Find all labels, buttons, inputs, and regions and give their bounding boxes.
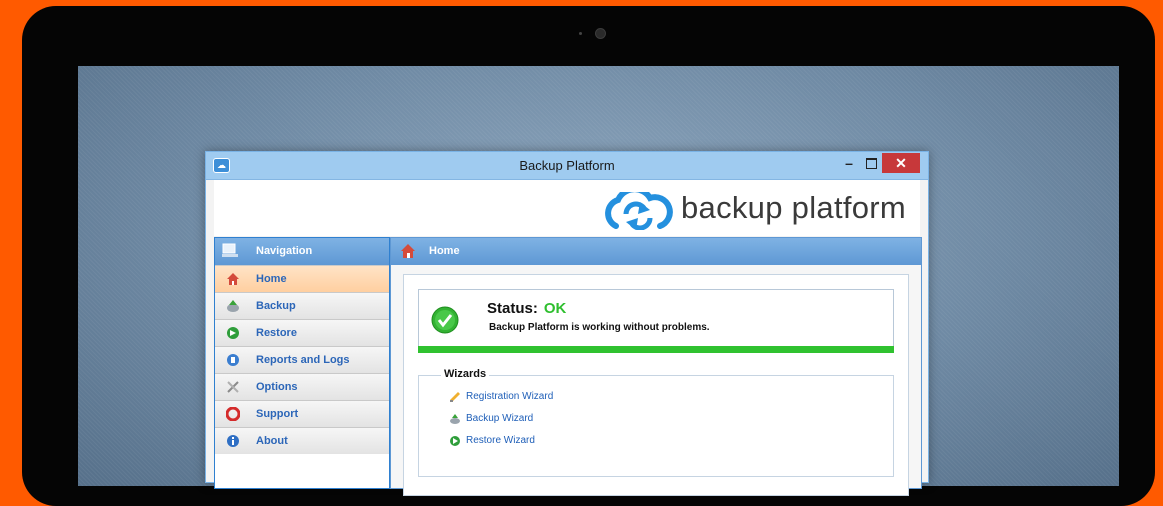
home-content: Status: OK Backup Platform is working wit…	[403, 274, 909, 496]
home-icon	[401, 244, 415, 258]
wizard-label: Restore Wizard	[466, 435, 535, 446]
sidebar-item-label: Reports and Logs	[256, 354, 350, 366]
status-label: Status:	[487, 300, 538, 317]
close-button[interactable]: ✕	[882, 153, 920, 173]
status-heading: Status: OK	[487, 300, 566, 317]
registration-wizard-icon	[450, 392, 460, 402]
reports-icon	[227, 354, 239, 366]
about-icon	[227, 435, 239, 447]
wizard-label: Backup Wizard	[466, 413, 534, 424]
brand-logo-text: backup platform	[681, 190, 907, 225]
minimize-button[interactable]: –	[838, 155, 860, 173]
sidebar-item-about[interactable]: About	[215, 427, 389, 454]
status-panel: Status: OK Backup Platform is working wit…	[418, 289, 894, 353]
sidebar-item-label: About	[256, 435, 288, 447]
navigation-header: Navigation	[215, 238, 389, 265]
status-value: OK	[543, 300, 567, 317]
sidebar-item-options[interactable]: Options	[215, 373, 389, 400]
status-ok-check-icon	[431, 306, 459, 334]
sidebar-item-support[interactable]: Support	[215, 400, 389, 427]
sidebar-item-label: Options	[256, 381, 298, 393]
sidebar-item-label: Backup	[256, 300, 296, 312]
brand-banner: backup platform	[214, 180, 920, 236]
sidebar-item-label: Support	[256, 408, 299, 420]
app-window: ☁ Backup Platform – ✕ backup platform Na…	[205, 151, 929, 496]
navigation-title: Navigation	[256, 245, 313, 257]
sidebar-item-backup[interactable]: Backup	[215, 292, 389, 319]
title-bar[interactable]: ☁ Backup Platform – ✕	[206, 152, 928, 180]
sidebar-item-reports-and-logs[interactable]: Reports and Logs	[215, 346, 389, 373]
webcam	[595, 28, 606, 39]
restore-icon	[227, 327, 239, 339]
backup-wizard-icon	[450, 414, 460, 424]
wizards-group: Wizards Registration Wizard Backup Wizar…	[418, 368, 894, 477]
sensor-dot	[579, 32, 582, 35]
sidebar-item-label: Home	[256, 273, 287, 285]
backup-icon	[227, 300, 239, 312]
status-ok-bar	[418, 346, 894, 353]
options-icon	[227, 381, 239, 393]
wizard-label: Registration Wizard	[466, 391, 554, 402]
main-panel: Home Status: OK Backup Platform is workin…	[390, 237, 922, 496]
maximize-button[interactable]	[860, 155, 882, 173]
cloud-sync-logo-icon	[605, 192, 673, 230]
home-icon	[227, 273, 239, 285]
sidebar-item-home[interactable]: Home	[215, 265, 389, 292]
window-title: Backup Platform	[519, 158, 615, 173]
restore-wizard-icon	[450, 436, 460, 446]
navigation-sidebar: Navigation Home Backup Restore Reports a…	[214, 237, 390, 489]
status-message: Backup Platform is working without probl…	[489, 322, 710, 333]
main-header-title: Home	[429, 245, 460, 257]
main-header: Home	[391, 238, 921, 265]
sidebar-item-restore[interactable]: Restore	[215, 319, 389, 346]
navigation-computer-icon	[222, 243, 238, 257]
wizards-title: Wizards	[441, 368, 490, 380]
support-icon	[226, 407, 240, 421]
sidebar-item-label: Restore	[256, 327, 297, 339]
